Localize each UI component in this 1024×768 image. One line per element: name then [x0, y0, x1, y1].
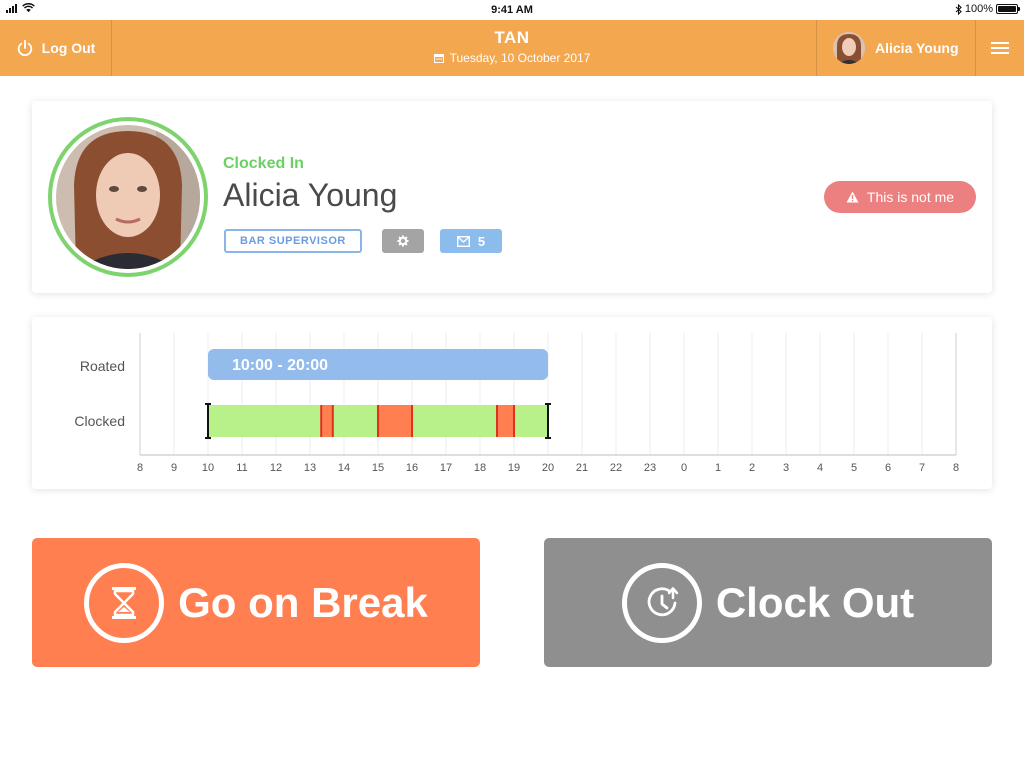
hourglass-icon — [84, 562, 165, 643]
hour-tick-label: 17 — [440, 462, 452, 474]
battery-percent: 100% — [964, 3, 993, 15]
timeline-card: 8 9 10 11 12 13 14 15 16 17 18 19 20 21 22 23 0 1 2 3 4 5 6 7 8 R… — [32, 317, 992, 489]
hour-tick-label: 21 — [576, 462, 588, 474]
row-label-rostered: Roated — [80, 358, 125, 374]
battery-icon — [996, 4, 1020, 14]
gear-icon — [397, 235, 409, 247]
rostered-shift-label: 10:00 - 20:00 — [232, 357, 328, 374]
hour-tick-label: 20 — [542, 462, 554, 474]
hour-tick-label: 0 — [681, 462, 687, 474]
hour-tick-label: 4 — [817, 462, 823, 474]
power-icon — [17, 39, 32, 57]
date-label: Tuesday, 10 October 2017 — [449, 51, 591, 65]
break-label: Go on Break — [178, 578, 428, 626]
user-name: Alicia Young — [875, 40, 959, 56]
hour-tick-label: 10 — [202, 462, 214, 474]
hour-tick-label: 13 — [304, 462, 316, 474]
go-on-break-button[interactable]: Go on Break — [32, 538, 480, 667]
warning-icon — [846, 191, 859, 203]
status-bar: 9:41 AM 100% — [0, 0, 1024, 20]
clockout-label: Clock Out — [715, 578, 915, 626]
header-date: Tuesday, 10 October 2017 — [312, 51, 712, 65]
hour-tick-label: 22 — [610, 462, 622, 474]
settings-button[interactable] — [382, 229, 424, 253]
hamburger-menu-button[interactable] — [976, 20, 1024, 76]
header-center: TAN Tuesday, 10 October 2017 — [312, 28, 712, 65]
hour-tick-label: 2 — [749, 462, 755, 474]
clock-out-icon — [621, 562, 702, 643]
hour-tick-label: 19 — [508, 462, 520, 474]
hour-tick-label: 9 — [171, 462, 177, 474]
hour-tick-label: 18 — [474, 462, 486, 474]
hour-tick-label: 23 — [644, 462, 656, 474]
logout-button[interactable]: Log Out — [0, 20, 112, 76]
not-me-button[interactable]: This is not me — [824, 181, 976, 213]
break-segment — [378, 405, 412, 437]
envelope-icon — [456, 235, 470, 247]
hour-tick-label: 15 — [372, 462, 384, 474]
app-header: Log Out TAN Tuesday, 10 October 2017 Ali… — [0, 20, 1024, 76]
shift-timeline: 8 9 10 11 12 13 14 15 16 17 18 19 20 21 22 23 0 1 2 3 4 5 6 7 8R… — [74, 333, 959, 474]
hamburger-icon — [991, 42, 1009, 54]
break-segment — [497, 405, 514, 437]
hour-tick-label: 12 — [270, 462, 282, 474]
row-label-clocked: Clocked — [74, 413, 125, 429]
bluetooth-icon — [955, 3, 962, 15]
hour-tick-label: 3 — [783, 462, 789, 474]
hour-tick-label: 8 — [137, 462, 143, 474]
status-time: 9:41 AM — [491, 4, 533, 16]
profile-photo-image — [56, 125, 200, 269]
calendar-icon — [433, 54, 444, 63]
role-badge: BAR SUPERVISOR — [224, 229, 362, 253]
message-count: 5 — [477, 233, 486, 249]
hour-tick-label: 14 — [338, 462, 350, 474]
hour-tick-label: 16 — [406, 462, 418, 474]
clock-out-button[interactable]: Clock Out — [544, 538, 992, 667]
clock-status: Clocked In — [223, 155, 304, 172]
status-bar-right: 100% — [955, 3, 1020, 15]
venue-title: TAN — [494, 28, 530, 47]
hour-tick-label: 7 — [919, 462, 925, 474]
messages-button[interactable]: 5 — [440, 229, 502, 253]
hour-tick-label: 8 — [953, 462, 959, 474]
profile-card: Clocked In Alicia Young BAR SUPERVISOR 5… — [32, 101, 992, 293]
logout-label: Log Out — [41, 40, 96, 56]
hour-tick-label: 1 — [715, 462, 721, 474]
hour-tick-label: 6 — [885, 462, 891, 474]
break-segment — [321, 405, 333, 437]
employee-name: Alicia Young — [223, 177, 398, 213]
profile-photo — [48, 117, 208, 277]
hour-tick-label: 5 — [851, 462, 857, 474]
avatar — [833, 32, 865, 64]
user-menu-button[interactable]: Alicia Young — [816, 20, 976, 76]
hour-tick-label: 11 — [236, 462, 247, 474]
not-me-label: This is not me — [866, 189, 955, 205]
